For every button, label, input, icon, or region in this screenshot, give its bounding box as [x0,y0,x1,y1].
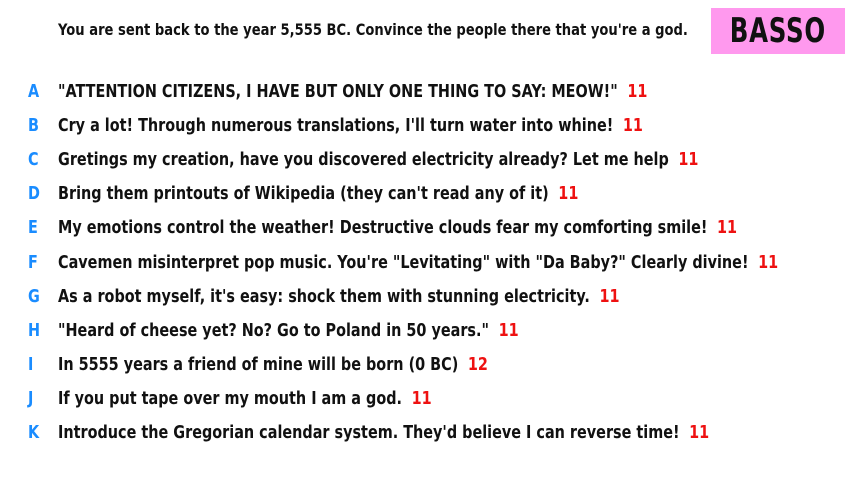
answer-letter: F [28,251,38,273]
answer-letter: H [28,319,41,341]
answer-letter: D [28,183,40,205]
answer-score: 11 [689,422,710,444]
answer-score: 11 [717,217,738,239]
answer-text: As a robot myself, it's easy: shock them… [58,285,590,307]
answer-letter: B [28,114,39,136]
answer-row-j[interactable]: J If you put tape over my mouth I am a g… [28,382,853,416]
answer-row-g[interactable]: G As a robot myself, it's easy: shock th… [28,279,853,313]
answer-text: Bring them printouts of Wikipedia (they … [58,183,549,205]
answer-score: 11 [599,285,620,307]
answer-letter: I [28,354,34,376]
answer-row-k[interactable]: K Introduce the Gregorian calendar syste… [28,416,853,450]
answer-letter: K [28,422,40,444]
answer-letter: E [28,217,38,239]
answer-letter: J [28,388,34,410]
answer-row-i[interactable]: I In 5555 years a friend of mine will be… [28,348,853,382]
answer-text: My emotions control the weather! Destruc… [58,217,708,239]
answer-score: 11 [758,251,779,273]
player-name: BASSO [729,11,827,51]
answer-score: 11 [498,319,519,341]
answer-score: 11 [622,114,643,136]
answer-score: 11 [411,388,432,410]
question-prompt: You are sent back to the year 5,555 BC. … [58,20,688,39]
answer-text: Introduce the Gregorian calendar system.… [58,422,680,444]
answer-text: Cavemen misinterpret pop music. You're "… [58,251,749,273]
answer-row-c[interactable]: C Gretings my creation, have you discove… [28,142,853,176]
answer-letter: G [28,285,40,307]
answer-score: 12 [467,354,488,376]
answer-text: In 5555 years a friend of mine will be b… [58,354,459,376]
answer-row-e[interactable]: E My emotions control the weather! Destr… [28,211,853,245]
answer-letter: A [28,80,40,102]
answer-list: A "ATTENTION CITIZENS, I HAVE BUT ONLY O… [28,74,853,450]
answer-score: 11 [627,80,648,102]
answer-text: Gretings my creation, have you discovere… [58,148,669,170]
answer-row-d[interactable]: D Bring them printouts of Wikipedia (the… [28,177,853,211]
answer-row-f[interactable]: F Cavemen misinterpret pop music. You're… [28,245,853,279]
player-name-badge: BASSO [711,8,845,54]
answer-text: "Heard of cheese yet? No? Go to Poland i… [58,319,489,341]
answer-text: If you put tape over my mouth I am a god… [58,388,403,410]
answer-score: 11 [558,183,579,205]
answer-text: "ATTENTION CITIZENS, I HAVE BUT ONLY ONE… [58,80,618,102]
answer-row-h[interactable]: H "Heard of cheese yet? No? Go to Poland… [28,313,853,347]
answer-row-a[interactable]: A "ATTENTION CITIZENS, I HAVE BUT ONLY O… [28,74,853,108]
answer-letter: C [28,148,39,170]
answer-row-b[interactable]: B Cry a lot! Through numerous translatio… [28,108,853,142]
answer-score: 11 [678,148,699,170]
answer-text: Cry a lot! Through numerous translations… [58,114,614,136]
